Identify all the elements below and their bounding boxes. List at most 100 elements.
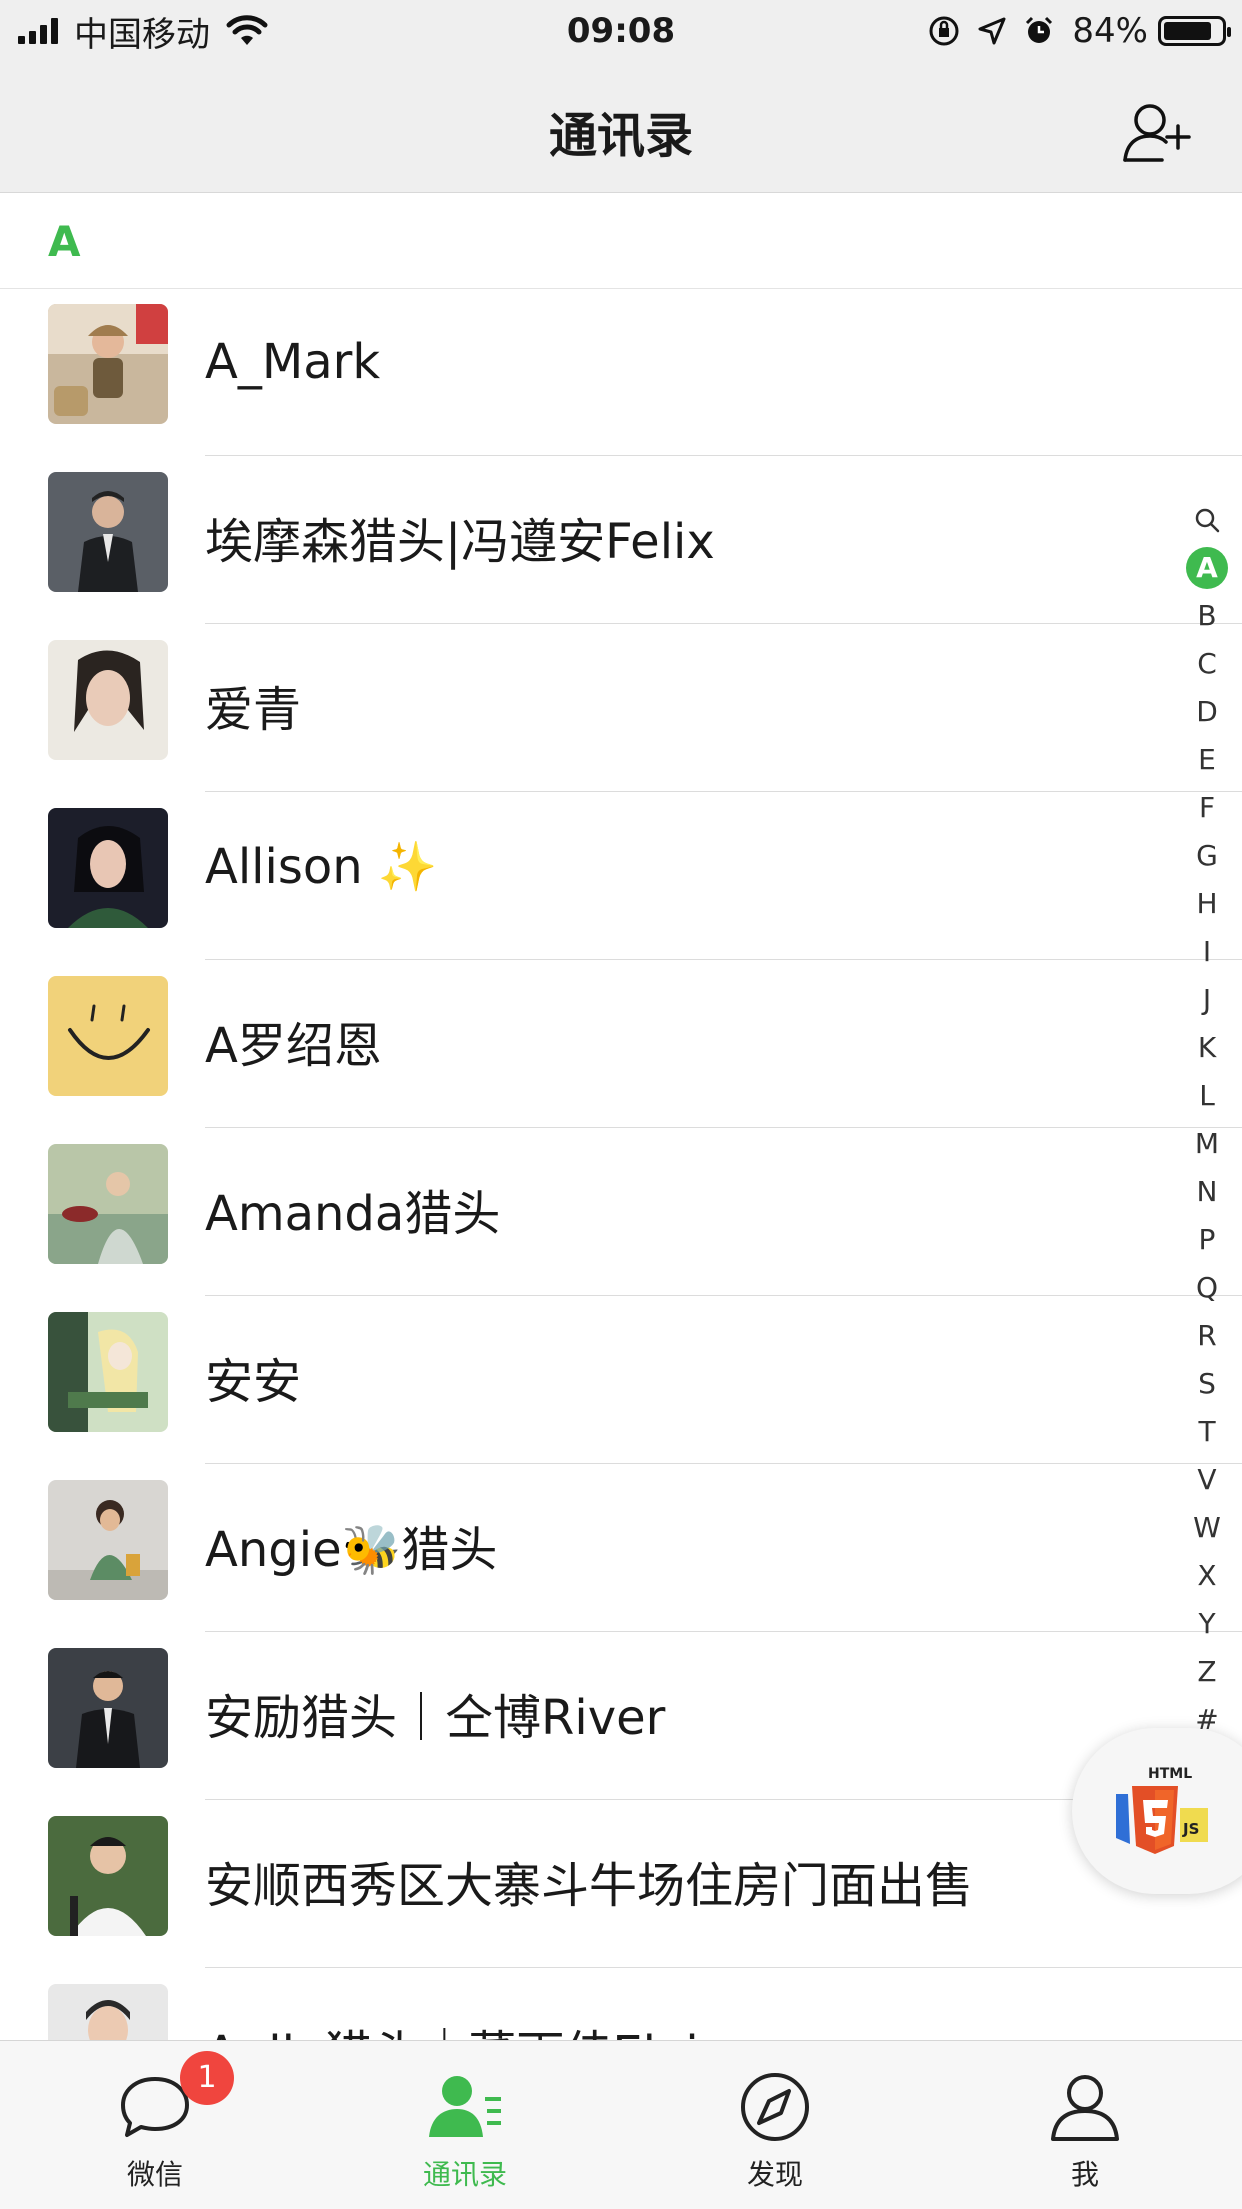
battery-percent: 84% xyxy=(1072,11,1148,51)
contact-name: 埃摩森猎头|冯遵安Felix xyxy=(205,514,715,570)
svg-text:HTML: HTML xyxy=(1148,1766,1192,1782)
tab-me[interactable]: 我 xyxy=(930,2041,1240,2209)
tab-chats[interactable]: 1 微信 xyxy=(0,2041,310,2209)
contact-row[interactable]: 爱青 xyxy=(0,624,1242,792)
index-letter-label: Y xyxy=(1198,1607,1216,1640)
contact-name: 安励猎头｜仝博River xyxy=(205,1690,666,1746)
contact-list[interactable]: A_Mark 埃摩森猎头|冯遵安Felix 爱青 Allison ✨ A罗绍恩 xyxy=(0,288,1242,2040)
tab-contacts[interactable]: 通讯录 xyxy=(310,2041,620,2209)
svg-text:JS: JS xyxy=(1182,1820,1199,1838)
avatar xyxy=(48,976,168,1096)
contact-name: A_Mark xyxy=(205,334,381,390)
battery-icon xyxy=(1158,16,1231,46)
alarm-icon xyxy=(1024,16,1054,46)
tab-discover[interactable]: 发现 xyxy=(620,2041,930,2209)
contact-row[interactable]: A_Mark xyxy=(0,288,1242,456)
alphabet-index[interactable]: A B C D E F G H I J K L M N P Q R S T V W X Y Z # xyxy=(1184,496,1230,1744)
index-letter-label: V xyxy=(1197,1463,1217,1496)
index-letter[interactable]: F xyxy=(1184,784,1230,832)
avatar xyxy=(48,808,168,928)
index-letter-label: Z xyxy=(1197,1655,1217,1688)
orientation-lock-icon xyxy=(928,15,960,47)
index-letter-label: S xyxy=(1198,1367,1216,1400)
index-letter[interactable]: T xyxy=(1184,1408,1230,1456)
index-letter-label: C xyxy=(1197,647,1217,680)
contact-row[interactable]: A罗绍恩 xyxy=(0,960,1242,1128)
index-letter-label: R xyxy=(1197,1319,1217,1352)
avatar xyxy=(48,640,168,760)
nav-bar: 通讯录 xyxy=(0,62,1242,193)
index-letter[interactable]: G xyxy=(1184,832,1230,880)
index-letter-label: K xyxy=(1197,1031,1217,1064)
index-letter-label: Q xyxy=(1195,1271,1219,1304)
avatar xyxy=(48,1144,168,1264)
section-header-a: A xyxy=(0,193,1242,289)
index-letter[interactable]: K xyxy=(1184,1024,1230,1072)
index-letter[interactable]: Z xyxy=(1184,1648,1230,1696)
contact-name: Angie🐝猎头 xyxy=(205,1522,498,1578)
unread-badge: 1 xyxy=(180,2051,234,2105)
contact-row[interactable]: Allison ✨ xyxy=(0,792,1242,960)
index-letter[interactable]: W xyxy=(1184,1504,1230,1552)
contact-name: Allison ✨ xyxy=(205,839,438,895)
index-letter-label: F xyxy=(1198,791,1216,824)
tab-label: 微信 xyxy=(126,2158,183,2191)
contact-row[interactable]: 安顺西秀区大寨斗牛场住房门面出售 xyxy=(0,1800,1242,1968)
contact-row[interactable]: 安励猎头｜仝博River xyxy=(0,1632,1242,1800)
index-letter[interactable]: N xyxy=(1184,1168,1230,1216)
floating-html5-button[interactable]: HTML JS xyxy=(1072,1728,1242,1894)
contact-row[interactable]: 埃摩森猎头|冯遵安Felix xyxy=(0,456,1242,624)
index-letter[interactable]: L xyxy=(1184,1072,1230,1120)
index-search-icon[interactable] xyxy=(1184,496,1230,544)
html5-js-icon: HTML JS xyxy=(1116,1766,1208,1854)
avatar xyxy=(48,1816,168,1936)
contact-row[interactable]: Anlla猎头｜董雨佳Elaine xyxy=(0,1968,1242,2040)
contact-row[interactable]: 安安 xyxy=(0,1296,1242,1464)
tab-label: 通讯录 xyxy=(422,2158,507,2191)
avatar xyxy=(48,304,168,424)
me-icon xyxy=(1051,2075,1119,2141)
index-letter[interactable]: R xyxy=(1184,1312,1230,1360)
avatar xyxy=(48,1480,168,1600)
index-letter[interactable]: C xyxy=(1184,640,1230,688)
avatar xyxy=(48,472,168,592)
status-right: 84% xyxy=(928,8,1231,54)
index-letter[interactable]: Q xyxy=(1184,1264,1230,1312)
index-letter[interactable]: Y xyxy=(1184,1600,1230,1648)
index-letter-label: N xyxy=(1196,1175,1218,1208)
index-letter-label: I xyxy=(1202,935,1212,968)
status-bar: 中国移动 09:08 84% xyxy=(0,0,1242,62)
index-letter[interactable]: D xyxy=(1184,688,1230,736)
contact-name: 安安 xyxy=(205,1354,302,1410)
index-letter-label: H xyxy=(1196,887,1218,920)
index-letter-label: L xyxy=(1199,1079,1215,1112)
index-letter-label: A xyxy=(1186,547,1228,589)
section-letter: A xyxy=(48,217,81,266)
index-letter-label: M xyxy=(1194,1127,1220,1160)
index-letter-label: D xyxy=(1196,695,1218,728)
index-letter[interactable]: B xyxy=(1184,592,1230,640)
contact-name: A罗绍恩 xyxy=(205,1018,382,1074)
page-title: 通讯录 xyxy=(548,108,693,164)
contact-name: Amanda猎头 xyxy=(205,1186,501,1242)
index-letter[interactable]: H xyxy=(1184,880,1230,928)
index-letter-label: P xyxy=(1198,1223,1216,1256)
contact-row[interactable]: Amanda猎头 xyxy=(0,1128,1242,1296)
add-friend-icon[interactable] xyxy=(1122,100,1194,164)
index-letter[interactable]: J xyxy=(1184,976,1230,1024)
index-letter-label: T xyxy=(1198,1415,1216,1448)
index-letter[interactable]: A xyxy=(1184,544,1230,592)
battery-fill xyxy=(1164,22,1212,40)
index-letter[interactable]: S xyxy=(1184,1360,1230,1408)
index-letter[interactable]: P xyxy=(1184,1216,1230,1264)
index-letter[interactable]: V xyxy=(1184,1456,1230,1504)
avatar xyxy=(48,1648,168,1768)
index-letter[interactable]: I xyxy=(1184,928,1230,976)
index-letter[interactable]: X xyxy=(1184,1552,1230,1600)
index-letter[interactable]: E xyxy=(1184,736,1230,784)
contact-name: Anlla猎头｜董雨佳Elaine xyxy=(205,2014,759,2040)
contact-row[interactable]: Angie🐝猎头 xyxy=(0,1464,1242,1632)
index-letter[interactable]: M xyxy=(1184,1120,1230,1168)
avatar xyxy=(48,1312,168,1432)
index-letter-label: B xyxy=(1197,599,1217,632)
